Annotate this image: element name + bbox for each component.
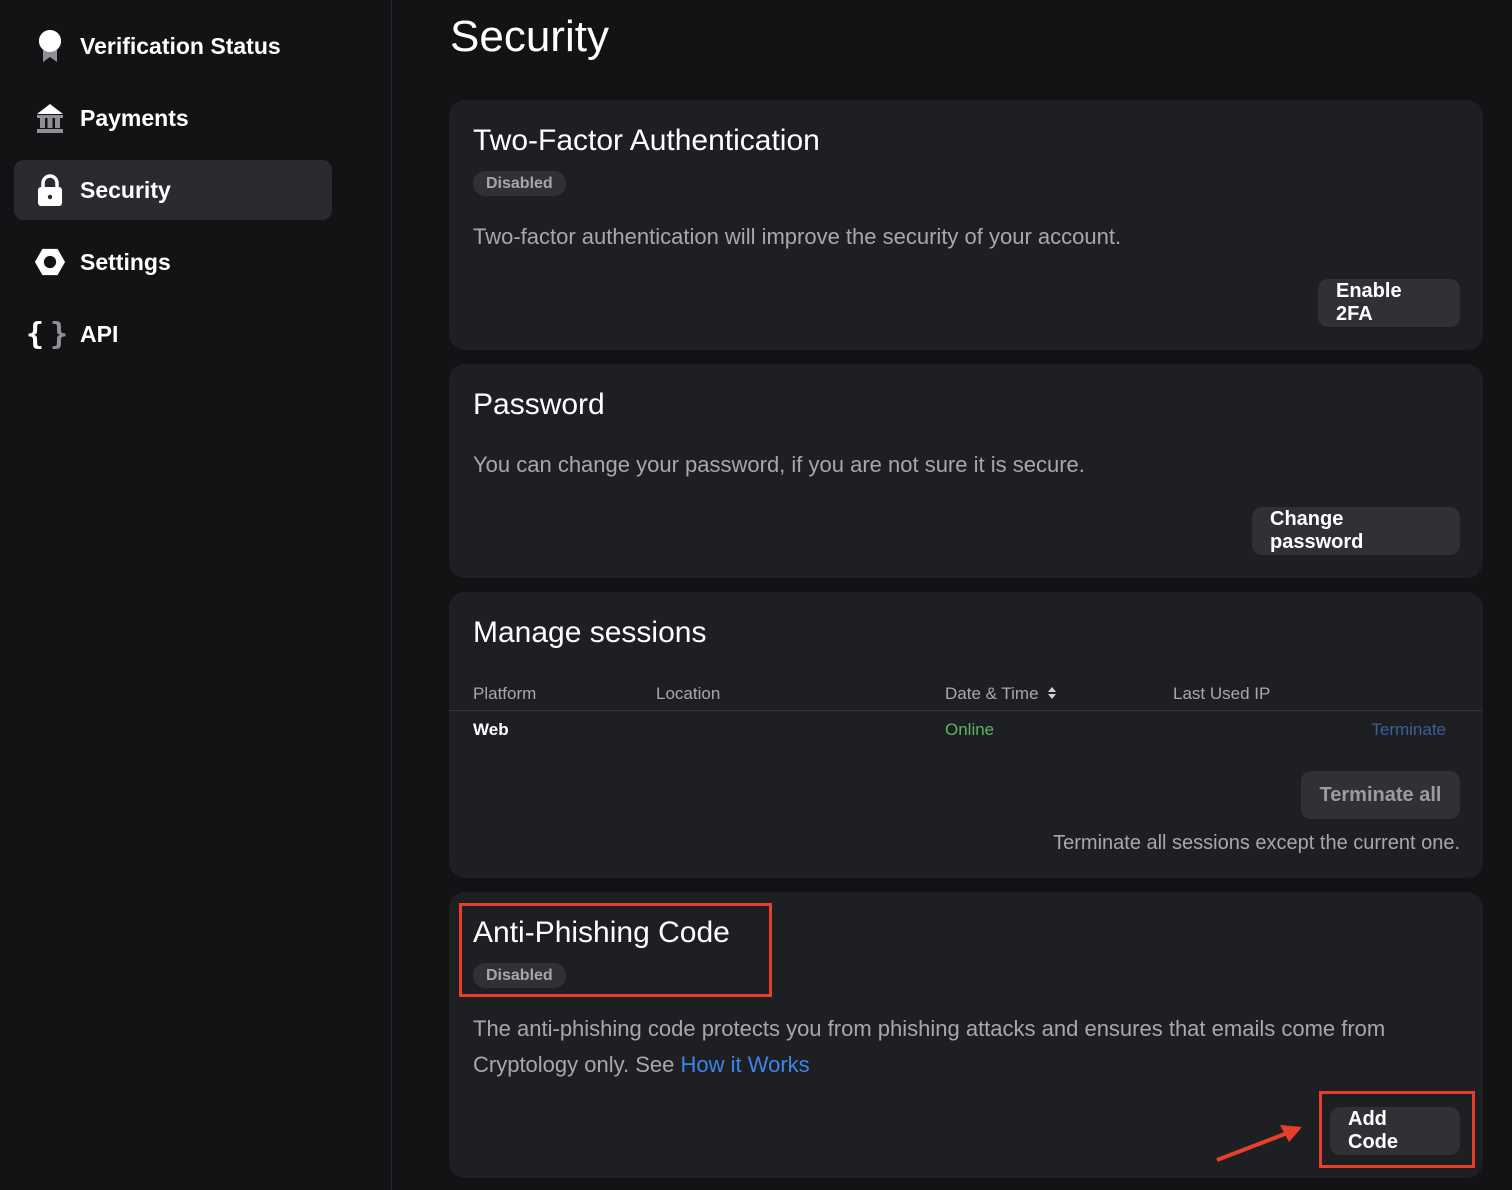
sidebar-item-label: API bbox=[80, 320, 119, 347]
table-divider bbox=[449, 710, 1483, 711]
column-header-location: Location bbox=[656, 684, 721, 703]
annotation-highlight-title bbox=[459, 903, 772, 997]
sidebar-item-payments[interactable]: Payments bbox=[14, 88, 332, 148]
anti-phishing-description-text: The anti-phishing code protects you from… bbox=[473, 1016, 1386, 1077]
sidebar-item-security[interactable]: Security bbox=[14, 160, 332, 220]
sidebar-item-label: Verification Status bbox=[80, 32, 281, 59]
how-it-works-link[interactable]: How it Works bbox=[681, 1052, 810, 1077]
sort-icon bbox=[1048, 687, 1057, 699]
column-header-label: Date & Time bbox=[945, 684, 1039, 703]
lock-icon bbox=[34, 173, 66, 207]
sidebar-item-api[interactable]: {} API bbox=[14, 304, 332, 364]
session-status: Online bbox=[945, 720, 995, 739]
sidebar-item-verification-status[interactable]: Verification Status bbox=[14, 16, 332, 76]
sidebar-item-settings[interactable]: Settings bbox=[14, 232, 332, 292]
gear-icon bbox=[34, 245, 66, 279]
password-title: Password bbox=[473, 388, 605, 421]
annotation-highlight-button bbox=[1319, 1091, 1475, 1168]
sidebar: Verification Status Payments Security Se… bbox=[0, 0, 392, 1190]
column-header-last-used-ip: Last Used IP bbox=[1173, 684, 1271, 703]
sidebar-item-label: Settings bbox=[80, 248, 171, 275]
password-description: You can change your password, if you are… bbox=[473, 452, 1085, 477]
page-title: Security bbox=[450, 12, 609, 61]
sidebar-item-label: Security bbox=[80, 176, 171, 203]
session-platform: Web bbox=[473, 720, 509, 739]
braces-icon: {} bbox=[25, 316, 75, 352]
two-factor-card: Two-Factor Authentication Disabled Two-f… bbox=[449, 100, 1483, 350]
column-header-platform: Platform bbox=[473, 684, 537, 703]
terminate-all-button[interactable]: Terminate all bbox=[1301, 771, 1460, 819]
sessions-title: Manage sessions bbox=[473, 616, 707, 649]
terminate-session-link[interactable]: Terminate bbox=[1371, 720, 1446, 740]
bank-icon bbox=[34, 101, 66, 135]
sessions-card: Manage sessions Platform Location Date &… bbox=[449, 592, 1483, 878]
two-factor-title: Two-Factor Authentication bbox=[473, 124, 820, 157]
anti-phishing-description: The anti-phishing code protects you from… bbox=[473, 1011, 1453, 1083]
two-factor-status-badge: Disabled bbox=[473, 171, 566, 196]
change-password-button[interactable]: Change password bbox=[1252, 507, 1460, 555]
column-header-datetime[interactable]: Date & Time bbox=[945, 684, 1057, 704]
sidebar-item-label: Payments bbox=[80, 104, 189, 131]
two-factor-description: Two-factor authentication will improve t… bbox=[473, 224, 1122, 249]
enable-2fa-button[interactable]: Enable 2FA bbox=[1318, 279, 1460, 327]
annotation-arrow-icon bbox=[1216, 1125, 1302, 1162]
terminate-all-note: Terminate all sessions except the curren… bbox=[1053, 832, 1460, 854]
award-icon bbox=[34, 29, 66, 63]
password-card: Password You can change your password, i… bbox=[449, 364, 1483, 578]
